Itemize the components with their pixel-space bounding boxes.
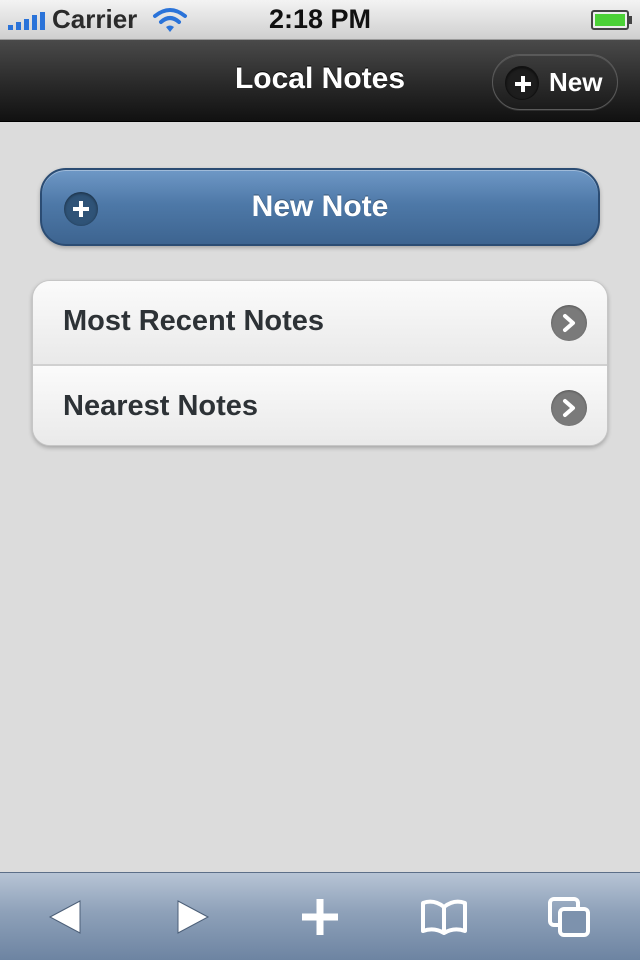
chevron-right-icon xyxy=(551,390,587,426)
new-note-button[interactable]: New Note xyxy=(40,168,600,246)
browser-toolbar xyxy=(0,872,640,960)
back-arrow-icon xyxy=(48,900,81,934)
notes-list: Most Recent Notes Nearest Notes xyxy=(32,280,608,446)
list-item-nearest-notes[interactable]: Nearest Notes xyxy=(33,364,607,445)
plus-icon xyxy=(505,66,539,100)
bookmarks-button[interactable] xyxy=(420,895,468,939)
chevron-right-icon xyxy=(551,305,587,341)
list-item-label: Nearest Notes xyxy=(63,390,259,422)
forward-arrow-icon xyxy=(177,900,210,934)
new-button[interactable]: New xyxy=(492,54,618,110)
list-item-most-recent-notes[interactable]: Most Recent Notes xyxy=(33,281,607,364)
pages-icon xyxy=(548,897,590,937)
add-button[interactable] xyxy=(296,895,344,939)
new-button-label: New xyxy=(549,67,603,97)
back-button[interactable] xyxy=(42,895,90,939)
new-note-label: New Note xyxy=(251,190,389,223)
pages-button[interactable] xyxy=(546,895,594,939)
plus-icon xyxy=(302,899,338,935)
screen: Carrier 2:18 PM Local Notes New New Note xyxy=(0,0,640,960)
status-bar: Carrier 2:18 PM xyxy=(0,0,640,40)
forward-button[interactable] xyxy=(168,895,216,939)
nav-header: Local Notes New xyxy=(0,40,640,122)
list-item-label: Most Recent Notes xyxy=(63,305,325,337)
battery-full-icon xyxy=(591,10,632,30)
status-time: 2:18 PM xyxy=(268,4,372,34)
bookmarks-icon xyxy=(421,899,467,935)
